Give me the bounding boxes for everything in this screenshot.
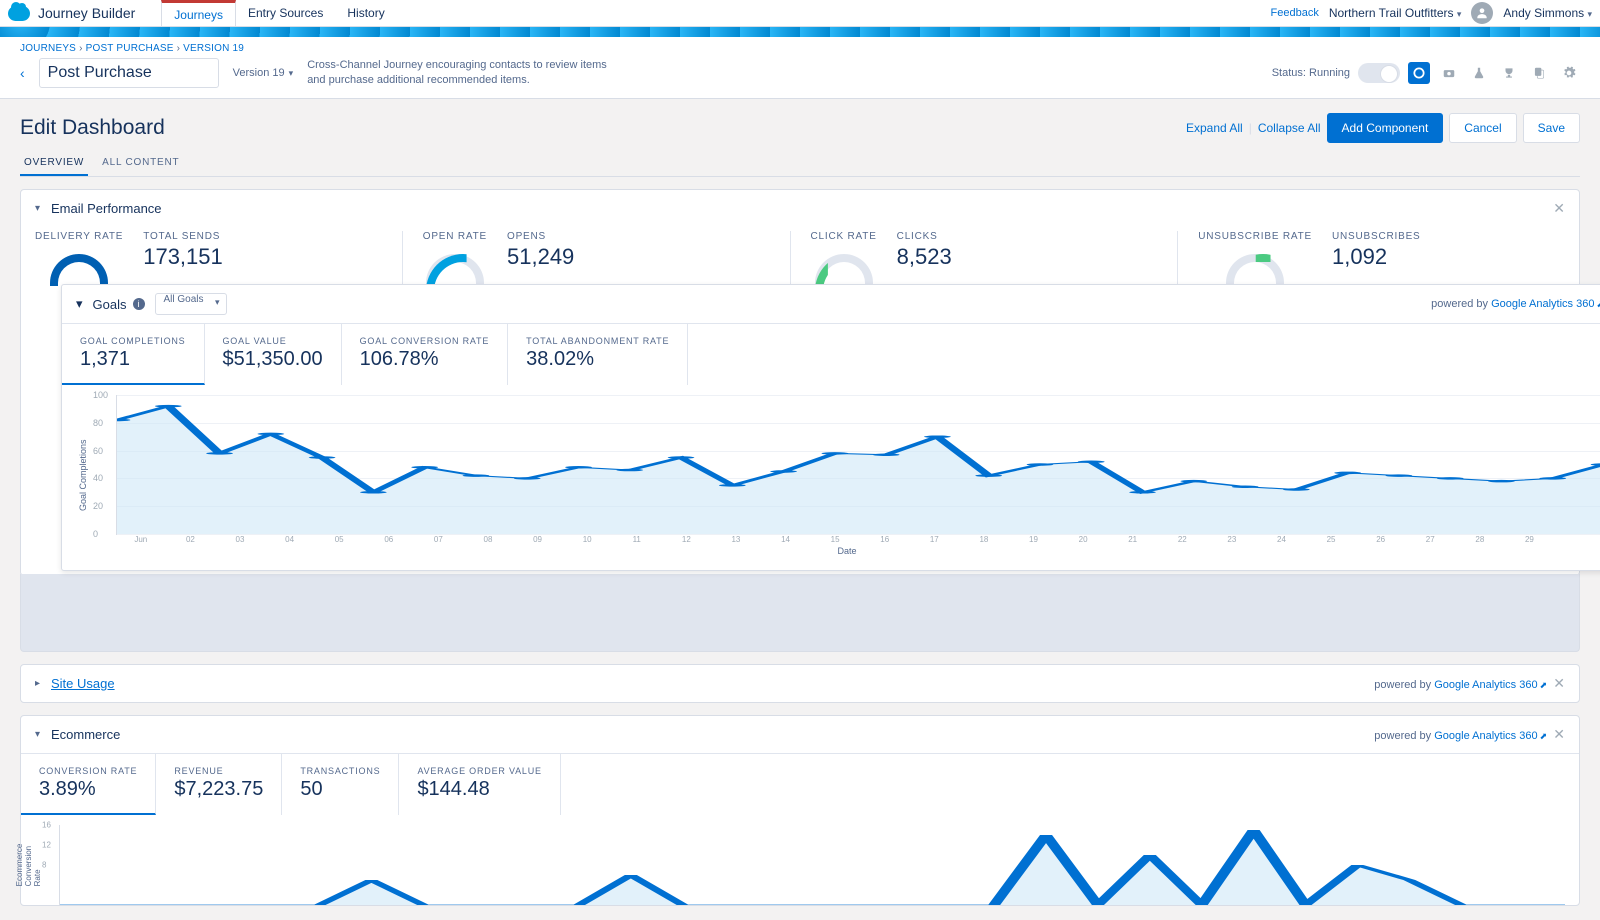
journey-name-input[interactable] <box>39 58 219 88</box>
nav-tab-entry-sources[interactable]: Entry Sources <box>236 0 335 26</box>
expand-all-link[interactable]: Expand All <box>1186 121 1243 135</box>
site-usage-title[interactable]: Site Usage <box>51 676 115 691</box>
goal-metrics: GOAL COMPLETIONS1,371 GOAL VALUE$51,350.… <box>62 323 1600 385</box>
email-performance-card: ▾ Email Performance ✕ DELIVERY RATE TOTA… <box>20 189 1580 576</box>
card-dropzone[interactable] <box>20 574 1580 652</box>
external-link-icon: ⬈ <box>1540 680 1548 690</box>
nav-tab-history[interactable]: History <box>335 0 396 26</box>
caret-down-icon: ▾ <box>1457 9 1462 19</box>
delivery-rate-gauge <box>50 254 108 286</box>
wave-banner <box>0 27 1600 37</box>
caret-down-icon: ▾ <box>1587 9 1592 19</box>
metric-abandonment[interactable]: TOTAL ABANDONMENT RATE38.02% <box>508 324 688 385</box>
ecom-chart: 16128 <box>59 825 1565 905</box>
dashboard-view-icon[interactable] <box>1408 62 1430 84</box>
top-nav: Journey Builder Journeys Entry Sources H… <box>0 0 1600 27</box>
cancel-button[interactable]: Cancel <box>1449 113 1516 143</box>
powered-by: powered by Google Analytics 360⬈ ✕ <box>1374 675 1565 692</box>
unsub-rate-label: UNSUBSCRIBE RATE <box>1198 231 1312 242</box>
card-title: Email Performance <box>51 201 162 216</box>
goal-trophy-icon[interactable] <box>1498 62 1520 84</box>
tab-overview[interactable]: OVERVIEW <box>20 151 88 176</box>
chevron-down-icon[interactable]: ▾ <box>35 729 45 740</box>
close-icon[interactable]: ✕ <box>1553 200 1565 217</box>
salesforce-cloud-icon <box>8 6 30 21</box>
user-avatar-icon[interactable] <box>1471 2 1493 24</box>
metric-transactions[interactable]: TRANSACTIONS50 <box>282 754 399 815</box>
journey-description: Cross-Channel Journey encouraging contac… <box>307 58 617 88</box>
ecommerce-card: ▾ Ecommerce powered by Google Analytics … <box>20 715 1580 906</box>
metric-goal-value[interactable]: GOAL VALUE$51,350.00 <box>205 324 342 385</box>
goals-chart: Goal Completions 020406080100 Jun0203040… <box>62 385 1600 570</box>
powered-by: powered by Google Analytics 360⬈ ✕ <box>1374 726 1565 743</box>
gear-icon[interactable] <box>1558 62 1580 84</box>
collapse-all-link[interactable]: Collapse All <box>1258 121 1321 135</box>
chevron-down-icon[interactable]: ▾ <box>76 296 83 312</box>
app-brand: Journey Builder <box>38 5 135 21</box>
org-picker[interactable]: Northern Trail Outfitters ▾ <box>1329 6 1462 20</box>
click-rate-gauge <box>815 254 873 286</box>
tab-all-content[interactable]: ALL CONTENT <box>98 151 183 176</box>
info-icon[interactable]: i <box>133 298 145 310</box>
close-icon[interactable]: ✕ <box>1553 726 1565 742</box>
external-link-icon: ⬈ <box>1596 299 1600 309</box>
ga-link[interactable]: Google Analytics 360 <box>1434 679 1537 691</box>
open-rate-label: OPEN RATE <box>423 231 487 242</box>
journey-header: JOURNEYS›POST PURCHASE›VERSION 19 ‹ Vers… <box>0 37 1600 99</box>
breadcrumb[interactable]: JOURNEYS›POST PURCHASE›VERSION 19 <box>20 43 1580 54</box>
open-rate-gauge <box>426 254 484 286</box>
user-menu[interactable]: Andy Simmons ▾ <box>1503 6 1592 20</box>
close-icon[interactable]: ✕ <box>1553 675 1565 691</box>
status-toggle[interactable] <box>1358 63 1400 83</box>
ecom-ylabel: Ecommerce Conversion Rate <box>15 844 42 887</box>
metric-conv-rate[interactable]: CONVERSION RATE3.89% <box>21 754 156 815</box>
chevron-down-icon[interactable]: ▾ <box>35 203 45 214</box>
back-chevron-icon[interactable]: ‹ <box>20 65 25 81</box>
version-selector[interactable]: Version 19▾ <box>233 67 294 79</box>
add-component-button[interactable]: Add Component <box>1327 113 1444 143</box>
nav-tab-journeys[interactable]: Journeys <box>161 0 236 26</box>
nav-tabs: Journeys Entry Sources History <box>161 0 396 26</box>
feedback-link[interactable]: Feedback <box>1271 7 1319 19</box>
powered-by: powered by Google Analytics 360⬈ <box>1431 298 1600 310</box>
external-link-icon: ⬈ <box>1540 731 1548 741</box>
page-title: Edit Dashboard <box>20 116 165 140</box>
ecom-metrics: CONVERSION RATE3.89% REVENUE$7,223.75 TR… <box>21 753 1579 815</box>
copy-icon[interactable] <box>1528 62 1550 84</box>
goals-panel: ▾ Goalsi All Goals powered by Google Ana… <box>61 284 1600 571</box>
test-icon[interactable] <box>1468 62 1490 84</box>
site-usage-card: ▸ Site Usage powered by Google Analytics… <box>20 664 1580 703</box>
dashboard-tabs: OVERVIEW ALL CONTENT <box>20 151 1580 177</box>
goals-title: Goalsi <box>93 297 145 312</box>
metric-goal-completions[interactable]: GOAL COMPLETIONS1,371 <box>62 324 205 385</box>
ga-link[interactable]: Google Analytics 360 <box>1434 730 1537 742</box>
ecommerce-title: Ecommerce <box>51 727 120 742</box>
chart-ylabel: Goal Completions <box>76 395 90 556</box>
click-rate-label: CLICK RATE <box>811 231 877 242</box>
unsub-rate-gauge <box>1226 254 1284 286</box>
delivery-rate-label: DELIVERY RATE <box>35 231 123 242</box>
chart-xlabel: Date <box>90 546 1600 556</box>
metric-goal-conversion[interactable]: GOAL CONVERSION RATE106.78% <box>342 324 509 385</box>
metric-revenue[interactable]: REVENUE$7,223.75 <box>156 754 282 815</box>
save-button[interactable]: Save <box>1523 113 1580 143</box>
metric-aov[interactable]: AVERAGE ORDER VALUE$144.48 <box>399 754 560 815</box>
ga-link[interactable]: Google Analytics 360 <box>1491 298 1594 310</box>
camera-icon[interactable] <box>1438 62 1460 84</box>
goals-dropdown[interactable]: All Goals <box>155 293 227 315</box>
chevron-right-icon[interactable]: ▸ <box>35 678 45 689</box>
status-label: Status: Running <box>1272 67 1350 79</box>
